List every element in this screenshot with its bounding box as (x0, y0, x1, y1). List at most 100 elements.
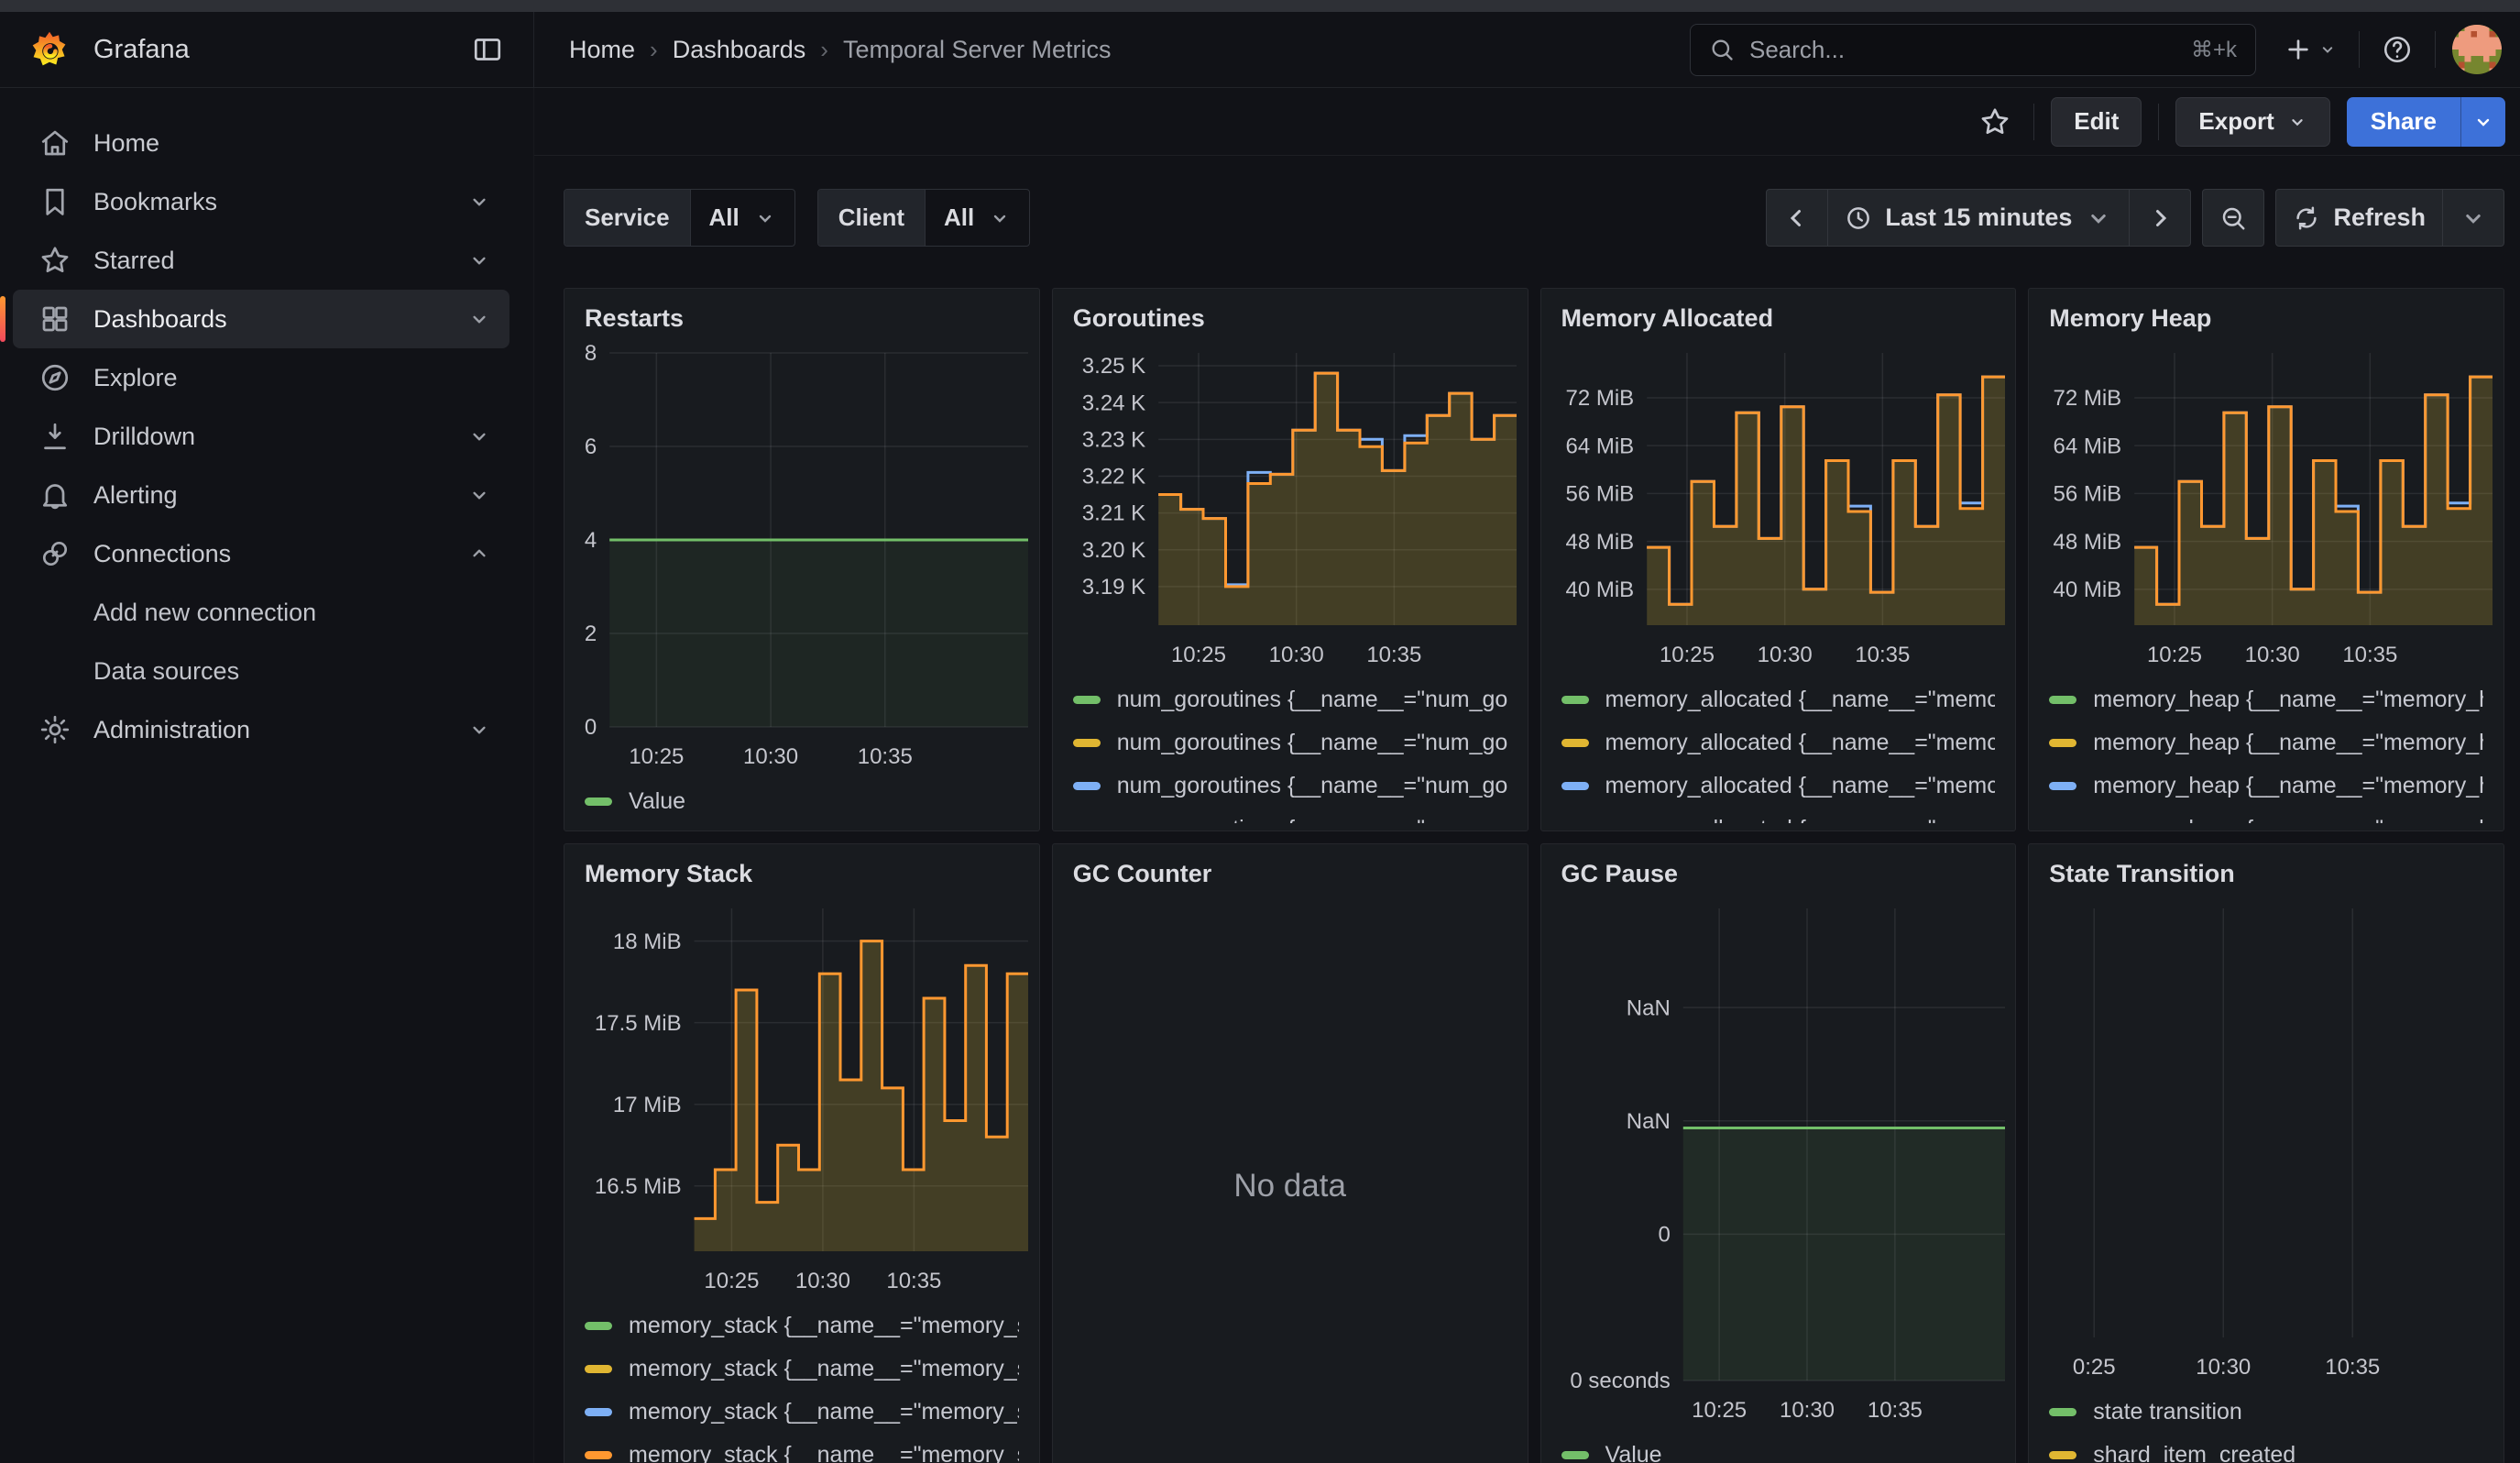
favorite-star-button[interactable] (1973, 100, 2017, 144)
time-forward-button[interactable] (2129, 189, 2191, 247)
legend-swatch (1073, 739, 1101, 747)
panel-title[interactable]: Memory Stack (564, 844, 1039, 896)
legend-item[interactable]: memory_allocated {__name__="memc (1561, 764, 1996, 808)
top-nav-left: Grafana (0, 12, 534, 87)
variable-controls: ServiceAllClientAll (564, 189, 1030, 247)
sidebar-item-bookmarks[interactable]: Bookmarks (13, 172, 509, 231)
sidebar-item-data-sources[interactable]: Data sources (13, 642, 509, 700)
search-input[interactable] (1749, 36, 2176, 64)
export-button[interactable]: Export (2175, 97, 2329, 147)
legend-item[interactable]: num_goroutines {__name__="num_go (1073, 808, 1507, 823)
chart-state-transition[interactable]: 0:2510:3010:35 (2029, 896, 2504, 1385)
chart-memory-allocated[interactable]: 72 MiB64 MiB56 MiB48 MiB40 MiB10:2510:30… (1541, 340, 2016, 673)
time-range-picker[interactable]: Last 15 minutes (1827, 189, 2130, 247)
panel-title[interactable]: GC Counter (1053, 844, 1528, 896)
svg-text:10:25: 10:25 (1171, 643, 1226, 667)
chart-memory-heap[interactable]: 72 MiB64 MiB56 MiB48 MiB40 MiB10:2510:30… (2029, 340, 2504, 673)
svg-text:0: 0 (1658, 1223, 1670, 1248)
sidebar: Home BookmarksStarredDashboardsExploreDri… (0, 88, 534, 1463)
svg-text:18 MiB: 18 MiB (613, 930, 682, 954)
legend: memory_heap {__name__="memory_hmemory_he… (2029, 673, 2504, 823)
brand-title: Grafana (93, 35, 466, 65)
svg-text:4: 4 (585, 528, 597, 553)
legend-item[interactable]: Value (1561, 1434, 1996, 1463)
legend-item[interactable]: Value (585, 780, 1019, 823)
breadcrumb-item[interactable]: Home (569, 36, 635, 64)
sidebar-item-drilldown[interactable]: Drilldown (13, 407, 509, 466)
legend-swatch (585, 1408, 612, 1416)
sidebar-item-dashboards[interactable]: Dashboards (13, 290, 509, 348)
legend-item[interactable]: state transition (2049, 1391, 2483, 1434)
legend-item[interactable]: memory_allocated {__name__="memc (1561, 808, 1996, 823)
link-icon (38, 537, 71, 570)
user-avatar[interactable] (2452, 25, 2502, 74)
panel-title[interactable]: Memory Heap (2029, 289, 2504, 340)
refresh-button[interactable]: Refresh (2275, 189, 2443, 247)
svg-text:40 MiB: 40 MiB (2054, 578, 2122, 602)
legend-item[interactable]: memory_allocated {__name__="memc (1561, 721, 1996, 764)
zoom-out-button[interactable] (2202, 189, 2264, 247)
legend-item[interactable]: memory_allocated {__name__="memc (1561, 678, 1996, 721)
chart-goroutines[interactable]: 3.25 K3.24 K3.23 K3.22 K3.21 K3.20 K3.19… (1053, 340, 1528, 673)
sidebar-item-connections[interactable]: Connections (13, 524, 509, 583)
divider (2435, 31, 2436, 68)
panel-title[interactable]: State Transition (2029, 844, 2504, 896)
dashboard-controls: ServiceAllClientAll Last 15 minutes (564, 189, 2504, 247)
sidebar-item-label: Home (93, 129, 159, 158)
bookmark-icon (38, 185, 71, 218)
legend-item[interactable]: memory_stack {__name__="memory_s (585, 1391, 1019, 1434)
divider (2033, 104, 2034, 140)
chevron-down-icon (467, 718, 491, 742)
refresh-interval-button[interactable] (2442, 189, 2504, 247)
svg-text:6: 6 (585, 434, 597, 459)
legend-item[interactable]: memory_stack {__name__="memory_s (585, 1348, 1019, 1391)
chevron-down-icon (2472, 111, 2494, 133)
legend-item[interactable]: memory_stack {__name__="memory_s (585, 1304, 1019, 1348)
chevron-down-icon (2318, 40, 2337, 59)
sidebar-item-starred[interactable]: Starred (13, 231, 509, 290)
chart-memory-stack[interactable]: 18 MiB17.5 MiB17 MiB16.5 MiB10:2510:3010… (564, 896, 1039, 1299)
legend-item[interactable]: num_goroutines {__name__="num_go (1073, 678, 1507, 721)
panel-title[interactable]: GC Pause (1541, 844, 2016, 896)
filter-value-dropdown[interactable]: All (690, 190, 794, 246)
panel-title[interactable]: Memory Allocated (1541, 289, 2016, 340)
sidebar-item-explore[interactable]: Explore (13, 348, 509, 407)
share-button[interactable]: Share (2347, 97, 2460, 147)
sidebar-item-add-new-connection[interactable]: Add new connection (13, 583, 509, 642)
filter-service: ServiceAll (564, 189, 795, 247)
panel-restarts: Restarts8642010:2510:3010:35Value (564, 288, 1040, 831)
refresh-icon (2293, 204, 2320, 232)
legend-label: Value (629, 788, 685, 815)
help-button[interactable] (2376, 28, 2418, 71)
legend-label: num_goroutines {__name__="num_go (1117, 687, 1507, 713)
breadcrumb-item[interactable]: Dashboards (673, 36, 806, 64)
add-new-button[interactable] (2278, 29, 2342, 70)
legend-swatch (1561, 696, 1589, 704)
legend: state transitionshard_item_created (2029, 1385, 2504, 1463)
share-menu-button[interactable] (2460, 97, 2505, 147)
chart-gc-pause[interactable]: NaNNaN00 seconds10:2510:3010:35 (1541, 896, 2016, 1428)
legend-item[interactable]: num_goroutines {__name__="num_go (1073, 721, 1507, 764)
legend-item[interactable]: memory_heap {__name__="memory_h (2049, 808, 2483, 823)
legend-label: num_goroutines {__name__="num_go (1117, 816, 1507, 823)
search-box[interactable]: ⌘+k (1690, 24, 2256, 76)
divider (2158, 104, 2159, 140)
filter-label: Client (818, 190, 925, 246)
legend-item[interactable]: memory_stack {__name__="memory_s (585, 1434, 1019, 1463)
legend-item[interactable]: num_goroutines {__name__="num_go (1073, 764, 1507, 808)
sidebar-item-administration[interactable]: Administration (13, 700, 509, 759)
sidebar-item-alerting[interactable]: Alerting (13, 466, 509, 524)
time-back-button[interactable] (1766, 189, 1828, 247)
time-range-label: Last 15 minutes (1885, 204, 2072, 232)
sidebar-item-home[interactable]: Home (13, 114, 509, 172)
legend-item[interactable]: memory_heap {__name__="memory_h (2049, 721, 2483, 764)
edit-button[interactable]: Edit (2051, 97, 2142, 147)
chart-restarts[interactable]: 8642010:2510:3010:35 (564, 340, 1039, 775)
legend-item[interactable]: shard_item_created (2049, 1434, 2483, 1463)
sidebar-toggle-icon[interactable] (466, 28, 509, 72)
legend-item[interactable]: memory_heap {__name__="memory_h (2049, 678, 2483, 721)
panel-title[interactable]: Goroutines (1053, 289, 1528, 340)
filter-value-dropdown[interactable]: All (925, 190, 1029, 246)
legend-item[interactable]: memory_heap {__name__="memory_h (2049, 764, 2483, 808)
panel-title[interactable]: Restarts (564, 289, 1039, 340)
